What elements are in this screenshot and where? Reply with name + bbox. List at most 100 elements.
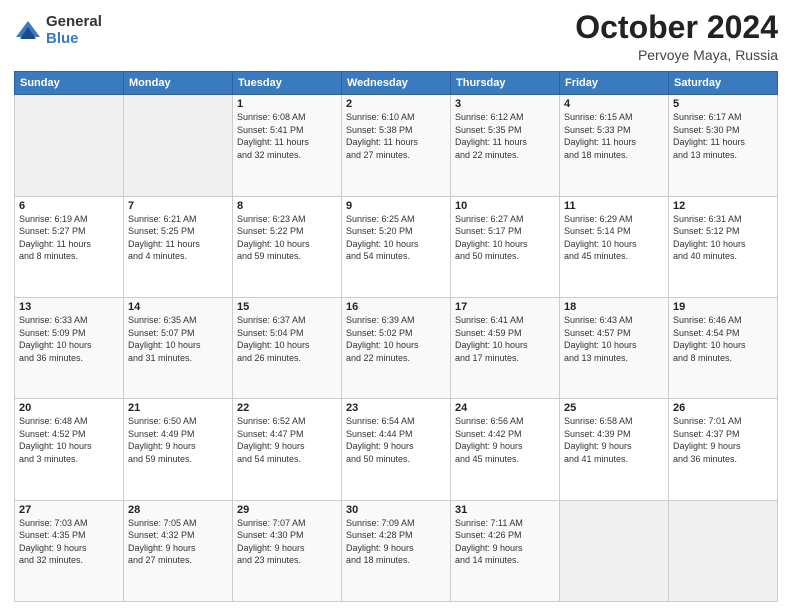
- day-detail: Sunrise: 6:33 AM Sunset: 5:09 PM Dayligh…: [19, 314, 119, 364]
- day-detail: Sunrise: 6:25 AM Sunset: 5:20 PM Dayligh…: [346, 213, 446, 263]
- calendar-cell: 21Sunrise: 6:50 AM Sunset: 4:49 PM Dayli…: [124, 399, 233, 500]
- day-detail: Sunrise: 6:31 AM Sunset: 5:12 PM Dayligh…: [673, 213, 773, 263]
- day-number: 2: [346, 98, 446, 110]
- calendar-cell: 3Sunrise: 6:12 AM Sunset: 5:35 PM Daylig…: [451, 95, 560, 196]
- calendar-cell: [669, 500, 778, 601]
- day-number: 15: [237, 301, 337, 313]
- calendar-cell: 23Sunrise: 6:54 AM Sunset: 4:44 PM Dayli…: [342, 399, 451, 500]
- day-detail: Sunrise: 6:12 AM Sunset: 5:35 PM Dayligh…: [455, 111, 555, 161]
- day-number: 28: [128, 504, 228, 516]
- calendar-cell: 24Sunrise: 6:56 AM Sunset: 4:42 PM Dayli…: [451, 399, 560, 500]
- calendar-cell: [560, 500, 669, 601]
- day-number: 17: [455, 301, 555, 313]
- day-detail: Sunrise: 6:10 AM Sunset: 5:38 PM Dayligh…: [346, 111, 446, 161]
- day-number: 7: [128, 200, 228, 212]
- logo: General Blue: [14, 14, 102, 47]
- day-detail: Sunrise: 6:43 AM Sunset: 4:57 PM Dayligh…: [564, 314, 664, 364]
- day-number: 21: [128, 402, 228, 414]
- page: General Blue October 2024 Pervoye Maya, …: [0, 0, 792, 612]
- calendar-cell: 2Sunrise: 6:10 AM Sunset: 5:38 PM Daylig…: [342, 95, 451, 196]
- day-number: 6: [19, 200, 119, 212]
- header: General Blue October 2024 Pervoye Maya, …: [14, 10, 778, 63]
- day-detail: Sunrise: 6:54 AM Sunset: 4:44 PM Dayligh…: [346, 415, 446, 465]
- day-detail: Sunrise: 7:11 AM Sunset: 4:26 PM Dayligh…: [455, 517, 555, 567]
- day-number: 16: [346, 301, 446, 313]
- day-detail: Sunrise: 6:35 AM Sunset: 5:07 PM Dayligh…: [128, 314, 228, 364]
- day-number: 11: [564, 200, 664, 212]
- calendar-cell: [15, 95, 124, 196]
- calendar-cell: 14Sunrise: 6:35 AM Sunset: 5:07 PM Dayli…: [124, 297, 233, 398]
- day-detail: Sunrise: 6:19 AM Sunset: 5:27 PM Dayligh…: [19, 213, 119, 263]
- weekday-header: Saturday: [669, 72, 778, 95]
- day-detail: Sunrise: 6:08 AM Sunset: 5:41 PM Dayligh…: [237, 111, 337, 161]
- day-detail: Sunrise: 6:56 AM Sunset: 4:42 PM Dayligh…: [455, 415, 555, 465]
- calendar-cell: 16Sunrise: 6:39 AM Sunset: 5:02 PM Dayli…: [342, 297, 451, 398]
- day-number: 24: [455, 402, 555, 414]
- day-number: 30: [346, 504, 446, 516]
- day-detail: Sunrise: 6:21 AM Sunset: 5:25 PM Dayligh…: [128, 213, 228, 263]
- day-number: 5: [673, 98, 773, 110]
- weekday-header: Monday: [124, 72, 233, 95]
- day-number: 19: [673, 301, 773, 313]
- calendar-cell: [124, 95, 233, 196]
- weekday-header: Wednesday: [342, 72, 451, 95]
- calendar-cell: 26Sunrise: 7:01 AM Sunset: 4:37 PM Dayli…: [669, 399, 778, 500]
- logo-icon: [14, 17, 42, 45]
- calendar-cell: 10Sunrise: 6:27 AM Sunset: 5:17 PM Dayli…: [451, 196, 560, 297]
- day-detail: Sunrise: 6:46 AM Sunset: 4:54 PM Dayligh…: [673, 314, 773, 364]
- day-detail: Sunrise: 7:09 AM Sunset: 4:28 PM Dayligh…: [346, 517, 446, 567]
- day-number: 1: [237, 98, 337, 110]
- logo-general: General: [46, 14, 102, 31]
- calendar-cell: 18Sunrise: 6:43 AM Sunset: 4:57 PM Dayli…: [560, 297, 669, 398]
- day-detail: Sunrise: 7:07 AM Sunset: 4:30 PM Dayligh…: [237, 517, 337, 567]
- day-detail: Sunrise: 6:52 AM Sunset: 4:47 PM Dayligh…: [237, 415, 337, 465]
- calendar-cell: 1Sunrise: 6:08 AM Sunset: 5:41 PM Daylig…: [233, 95, 342, 196]
- day-number: 12: [673, 200, 773, 212]
- calendar-week: 6Sunrise: 6:19 AM Sunset: 5:27 PM Daylig…: [15, 196, 778, 297]
- logo-text: General Blue: [46, 14, 102, 47]
- day-number: 23: [346, 402, 446, 414]
- day-number: 10: [455, 200, 555, 212]
- calendar-cell: 15Sunrise: 6:37 AM Sunset: 5:04 PM Dayli…: [233, 297, 342, 398]
- day-number: 18: [564, 301, 664, 313]
- day-detail: Sunrise: 6:15 AM Sunset: 5:33 PM Dayligh…: [564, 111, 664, 161]
- day-detail: Sunrise: 6:50 AM Sunset: 4:49 PM Dayligh…: [128, 415, 228, 465]
- calendar: SundayMondayTuesdayWednesdayThursdayFrid…: [14, 71, 778, 602]
- day-detail: Sunrise: 6:17 AM Sunset: 5:30 PM Dayligh…: [673, 111, 773, 161]
- calendar-cell: 11Sunrise: 6:29 AM Sunset: 5:14 PM Dayli…: [560, 196, 669, 297]
- weekday-header: Friday: [560, 72, 669, 95]
- calendar-cell: 25Sunrise: 6:58 AM Sunset: 4:39 PM Dayli…: [560, 399, 669, 500]
- weekday-header: Tuesday: [233, 72, 342, 95]
- day-number: 4: [564, 98, 664, 110]
- day-detail: Sunrise: 6:39 AM Sunset: 5:02 PM Dayligh…: [346, 314, 446, 364]
- weekday-header: Thursday: [451, 72, 560, 95]
- calendar-cell: 20Sunrise: 6:48 AM Sunset: 4:52 PM Dayli…: [15, 399, 124, 500]
- month-title: October 2024: [575, 10, 778, 45]
- day-detail: Sunrise: 7:03 AM Sunset: 4:35 PM Dayligh…: [19, 517, 119, 567]
- day-detail: Sunrise: 6:29 AM Sunset: 5:14 PM Dayligh…: [564, 213, 664, 263]
- day-detail: Sunrise: 6:27 AM Sunset: 5:17 PM Dayligh…: [455, 213, 555, 263]
- day-number: 9: [346, 200, 446, 212]
- calendar-cell: 28Sunrise: 7:05 AM Sunset: 4:32 PM Dayli…: [124, 500, 233, 601]
- day-detail: Sunrise: 6:37 AM Sunset: 5:04 PM Dayligh…: [237, 314, 337, 364]
- calendar-cell: 8Sunrise: 6:23 AM Sunset: 5:22 PM Daylig…: [233, 196, 342, 297]
- calendar-cell: 6Sunrise: 6:19 AM Sunset: 5:27 PM Daylig…: [15, 196, 124, 297]
- day-detail: Sunrise: 6:48 AM Sunset: 4:52 PM Dayligh…: [19, 415, 119, 465]
- calendar-cell: 27Sunrise: 7:03 AM Sunset: 4:35 PM Dayli…: [15, 500, 124, 601]
- day-number: 31: [455, 504, 555, 516]
- calendar-cell: 12Sunrise: 6:31 AM Sunset: 5:12 PM Dayli…: [669, 196, 778, 297]
- calendar-body: 1Sunrise: 6:08 AM Sunset: 5:41 PM Daylig…: [15, 95, 778, 602]
- day-detail: Sunrise: 7:05 AM Sunset: 4:32 PM Dayligh…: [128, 517, 228, 567]
- location: Pervoye Maya, Russia: [575, 47, 778, 63]
- calendar-cell: 13Sunrise: 6:33 AM Sunset: 5:09 PM Dayli…: [15, 297, 124, 398]
- day-number: 22: [237, 402, 337, 414]
- day-detail: Sunrise: 6:41 AM Sunset: 4:59 PM Dayligh…: [455, 314, 555, 364]
- day-number: 29: [237, 504, 337, 516]
- day-detail: Sunrise: 6:23 AM Sunset: 5:22 PM Dayligh…: [237, 213, 337, 263]
- weekday-header: Sunday: [15, 72, 124, 95]
- day-number: 3: [455, 98, 555, 110]
- day-detail: Sunrise: 6:58 AM Sunset: 4:39 PM Dayligh…: [564, 415, 664, 465]
- day-number: 25: [564, 402, 664, 414]
- calendar-header: SundayMondayTuesdayWednesdayThursdayFrid…: [15, 72, 778, 95]
- calendar-cell: 5Sunrise: 6:17 AM Sunset: 5:30 PM Daylig…: [669, 95, 778, 196]
